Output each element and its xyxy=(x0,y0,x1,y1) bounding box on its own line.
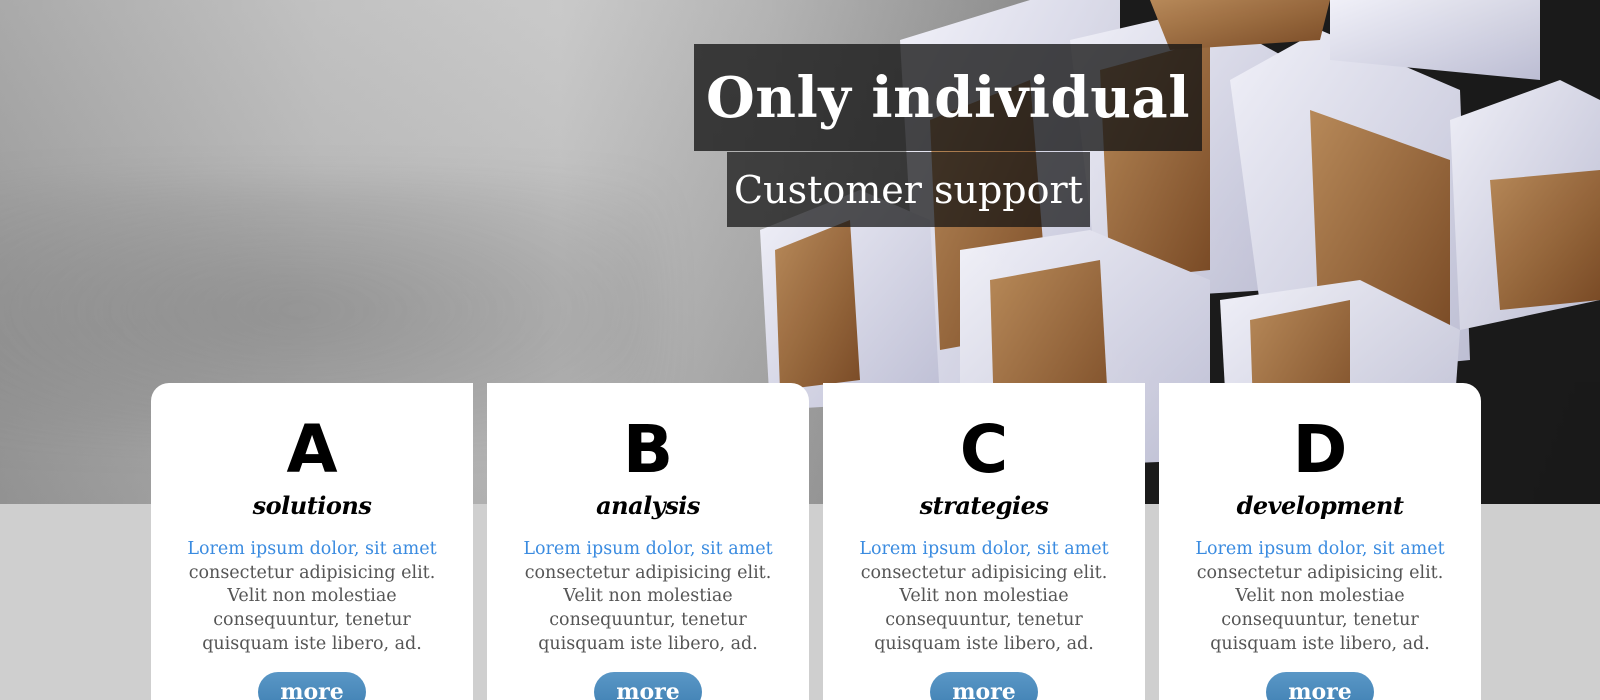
card-text: consectetur adipisicing elit. Velit non … xyxy=(1196,562,1444,654)
more-button[interactable]: more xyxy=(930,672,1038,700)
page: Only individual Customer support A solut… xyxy=(0,0,1600,700)
more-button[interactable]: more xyxy=(1266,672,1374,700)
card-letter: B xyxy=(622,411,674,488)
feature-card-b: B analysis Lorem ipsum dolor, sit amet c… xyxy=(487,383,809,700)
card-letter: C xyxy=(959,411,1009,488)
hero-headline: Only individual xyxy=(706,64,1190,131)
card-text: consectetur adipisicing elit. Velit non … xyxy=(860,562,1108,654)
hero-subheadline: Customer support xyxy=(734,167,1083,212)
feature-card-c: C strategies Lorem ipsum dolor, sit amet… xyxy=(823,383,1145,700)
card-tag: solutions xyxy=(252,491,372,520)
card-body: Lorem ipsum dolor, sit amet consectetur … xyxy=(151,538,473,656)
card-tag: development xyxy=(1236,491,1404,520)
feature-cards: A solutions Lorem ipsum dolor, sit amet … xyxy=(151,383,1481,700)
card-lead-link[interactable]: Lorem ipsum dolor, sit amet xyxy=(859,539,1108,559)
card-lead-link[interactable]: Lorem ipsum dolor, sit amet xyxy=(187,539,436,559)
card-body: Lorem ipsum dolor, sit amet consectetur … xyxy=(1159,538,1481,656)
subheadline-box: Customer support xyxy=(727,152,1090,227)
headline-box: Only individual xyxy=(694,44,1202,151)
card-body: Lorem ipsum dolor, sit amet consectetur … xyxy=(823,538,1145,656)
feature-card-d: D development Lorem ipsum dolor, sit ame… xyxy=(1159,383,1481,700)
card-tag: strategies xyxy=(919,491,1049,520)
card-body: Lorem ipsum dolor, sit amet consectetur … xyxy=(487,538,809,656)
more-button[interactable]: more xyxy=(594,672,702,700)
card-text: consectetur adipisicing elit. Velit non … xyxy=(188,562,436,654)
card-lead-link[interactable]: Lorem ipsum dolor, sit amet xyxy=(1195,539,1444,559)
feature-card-a: A solutions Lorem ipsum dolor, sit amet … xyxy=(151,383,473,700)
card-letter: D xyxy=(1292,411,1348,488)
card-tag: analysis xyxy=(596,491,700,520)
card-letter: A xyxy=(286,411,338,488)
card-lead-link[interactable]: Lorem ipsum dolor, sit amet xyxy=(523,539,772,559)
card-text: consectetur adipisicing elit. Velit non … xyxy=(524,562,772,654)
more-button[interactable]: more xyxy=(258,672,366,700)
